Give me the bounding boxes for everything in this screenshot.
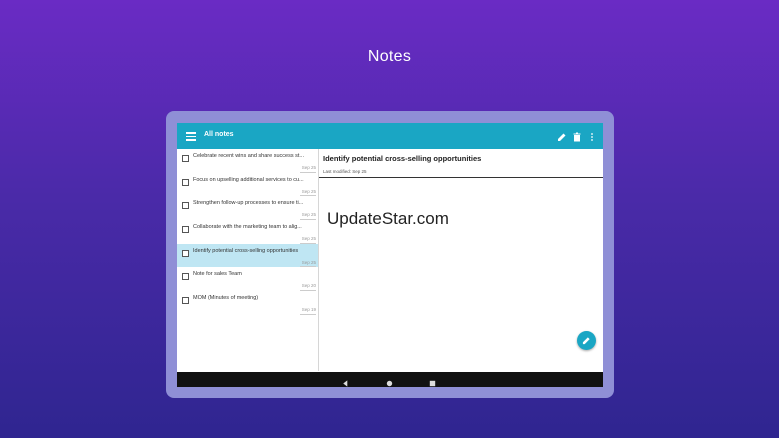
home-icon[interactable]	[385, 375, 394, 387]
note-checkbox[interactable]	[182, 297, 189, 305]
note-item[interactable]: Strengthen follow-up processes to ensure…	[177, 196, 318, 221]
note-checkbox[interactable]	[182, 202, 189, 210]
note-date: Sep 25	[301, 165, 316, 170]
note-item[interactable]: Celebrate recent wins and share success …	[177, 149, 318, 173]
note-date: Sep 25	[301, 259, 316, 265]
pencil-icon	[582, 337, 590, 345]
note-title: Identify potential cross-selling opportu…	[193, 247, 299, 254]
watermark-text: UpdateStar.com	[327, 209, 449, 228]
menu-icon[interactable]	[186, 130, 196, 142]
tablet-frame: All notes Celebrate recent wins and shar…	[166, 111, 614, 398]
note-checkbox[interactable]	[182, 249, 189, 257]
note-date: Sep 25	[301, 212, 316, 218]
note-title: Note for sales Team	[193, 271, 242, 278]
notes-list: Celebrate recent wins and share success …	[177, 149, 319, 371]
note-date: Sep 25	[301, 236, 316, 242]
back-icon[interactable]	[341, 375, 350, 387]
last-modified-label: Last modified: Sep 25	[323, 169, 367, 174]
delete-icon[interactable]	[572, 129, 584, 143]
system-nav-bar	[177, 372, 603, 387]
note-item[interactable]: Focus on upselling additional services t…	[177, 173, 318, 197]
note-checkbox[interactable]	[182, 226, 189, 234]
edit-icon[interactable]	[557, 129, 569, 143]
note-checkbox[interactable]	[182, 155, 189, 162]
app-screen: All notes Celebrate recent wins and shar…	[177, 123, 603, 387]
app-bar-title: All notes	[204, 131, 234, 138]
note-date: Sep 25	[301, 188, 316, 194]
note-item[interactable]: Note for sales Team Sep 20	[177, 267, 318, 292]
note-detail-title[interactable]: Identify potential cross-selling opportu…	[323, 154, 481, 163]
note-checkbox[interactable]	[182, 178, 189, 186]
note-item[interactable]: Collaborate with the marketing team to a…	[177, 220, 318, 244]
note-checkbox[interactable]	[182, 273, 189, 281]
note-item[interactable]: MOM (Minutes of meeting) Sep 19	[177, 291, 318, 315]
note-title: Collaborate with the marketing team to a…	[193, 224, 302, 231]
note-detail-pane: Identify potential cross-selling opportu…	[319, 149, 603, 371]
more-vert-icon[interactable]	[587, 129, 599, 143]
edit-note-fab[interactable]	[577, 331, 596, 350]
note-title: Focus on upselling additional services t…	[193, 176, 304, 183]
title-underline	[319, 177, 603, 178]
note-title: Strengthen follow-up processes to ensure…	[193, 200, 304, 207]
note-item-selected[interactable]: Identify potential cross-selling opportu…	[177, 243, 318, 268]
note-date: Sep 19	[301, 307, 316, 313]
app-bar: All notes	[177, 123, 603, 149]
divider	[300, 313, 316, 315]
recents-icon[interactable]	[428, 375, 437, 387]
hero-title: Notes	[367, 48, 412, 65]
note-date: Sep 20	[301, 283, 316, 289]
note-title: Celebrate recent wins and share success …	[193, 153, 304, 159]
note-title: MOM (Minutes of meeting)	[193, 295, 259, 302]
